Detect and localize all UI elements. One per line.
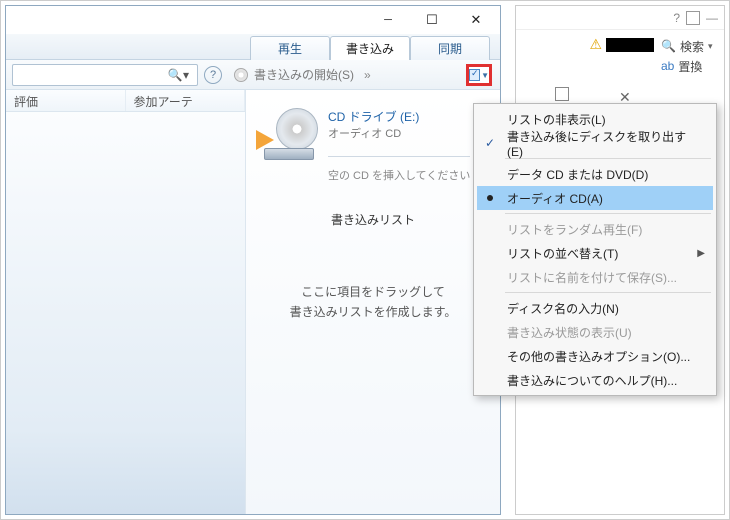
menu-shuffle: リストをランダム再生(F) [477,217,713,241]
start-burn-button[interactable]: 書き込みの開始(S) » [234,66,369,83]
tab-play[interactable]: 再生 [250,36,330,60]
search-icon: 🔍 [167,68,183,82]
arrow-icon [256,130,274,150]
search-input[interactable]: 🔍 ▾ [12,64,198,86]
media-player-window: 再生 書き込み 同期 🔍 ▾ ? 書き込みの開始(S) » ▼ 評価 参加アーテ [5,5,501,515]
tab-bar: 再生 書き込み 同期 [6,34,500,60]
radio-icon [487,195,493,201]
submenu-arrow-icon: ▶ [697,248,705,259]
body: 評価 参加アーテ CD ドライブ (E:) オーディオ CD 空の CD を挿入… [6,90,500,514]
menu-help[interactable]: 書き込みについてのヘルプ(H)... [477,368,713,392]
bg-titlebar: ? — [516,6,724,30]
warning-icon: ⚠ [589,36,602,53]
burn-options-menu: リストの非表示(L) ✓書き込み後にディスクを取り出す(E) データ CD また… [473,103,717,396]
bg-warning: ⚠ [589,36,654,53]
drive-art [260,108,318,160]
burn-options-button[interactable]: ▼ [466,64,492,86]
menu-disc-name[interactable]: ディスク名の入力(N) [477,296,713,320]
col-rating[interactable]: 評価 [6,90,126,111]
menu-separator [505,213,711,214]
drive-info: CD ドライブ (E:) オーディオ CD 空の CD を挿入してください [260,108,486,183]
checklist-icon [469,69,480,81]
menu-separator [505,292,711,293]
library-columns: 評価 参加アーテ [6,90,246,514]
maximize-button[interactable] [410,7,454,33]
minimize-button[interactable] [366,7,410,33]
replace-icon: ab [661,59,674,73]
menu-audio-cd[interactable]: オーディオ CD(A) [477,186,713,210]
search-dropdown-icon[interactable]: ▾ [183,68,193,82]
bg-checkbox-icon [555,87,569,101]
drag-hint: ここに項目をドラッグして 書き込みリストを作成します。 [260,282,486,323]
toolbar: 🔍 ▾ ? 書き込みの開始(S) » ▼ [6,60,500,90]
drive-subtitle: オーディオ CD [328,125,470,141]
drive-tray-icon [264,148,314,160]
burn-pane: CD ドライブ (E:) オーディオ CD 空の CD を挿入してください 書き… [246,90,500,514]
close-button[interactable] [454,7,498,33]
menu-sort[interactable]: リストの並べ替え(T)▶ [477,241,713,265]
drive-title[interactable]: CD ドライブ (E:) [328,108,470,125]
chevron-icon: » [364,68,369,82]
cd-icon [276,108,318,150]
titlebar [6,6,500,34]
search-label[interactable]: 検索 [680,38,704,55]
menu-eject-after[interactable]: ✓書き込み後にディスクを取り出す(E) [477,131,713,155]
tab-sync[interactable]: 同期 [410,36,490,60]
help-icon[interactable]: ? [673,11,680,25]
menu-save-as: リストに名前を付けて保存(S)... [477,265,713,289]
column-headers: 評価 参加アーテ [6,90,245,112]
drag-hint-line2: 書き込みリストを作成します。 [260,302,486,322]
drag-hint-line1: ここに項目をドラッグして [260,282,486,302]
redacted-text [606,38,654,52]
check-icon: ✓ [485,136,495,150]
menu-data-cd[interactable]: データ CD または DVD(D) [477,162,713,186]
minimize-icon[interactable]: — [706,11,718,25]
burn-list-header: 書き込みリスト [260,211,486,228]
tab-burn[interactable]: 書き込み [330,36,410,60]
start-burn-label: 書き込みの開始(S) [254,66,354,83]
help-icon[interactable]: ? [204,66,222,84]
disc-icon [234,68,248,82]
insert-disc-message: 空の CD を挿入してください [328,167,470,183]
dropdown-icon: ▼ [481,71,489,80]
menu-show-status: 書き込み状態の表示(U) [477,320,713,344]
bg-find-replace: 🔍検索▾ ab置換 [661,36,716,76]
restore-icon[interactable] [686,11,700,25]
binoculars-icon: 🔍 [661,39,676,53]
col-artist[interactable]: 参加アーテ [126,90,246,111]
replace-label[interactable]: 置換 [678,58,702,75]
menu-more-options[interactable]: その他の書き込みオプション(O)... [477,344,713,368]
